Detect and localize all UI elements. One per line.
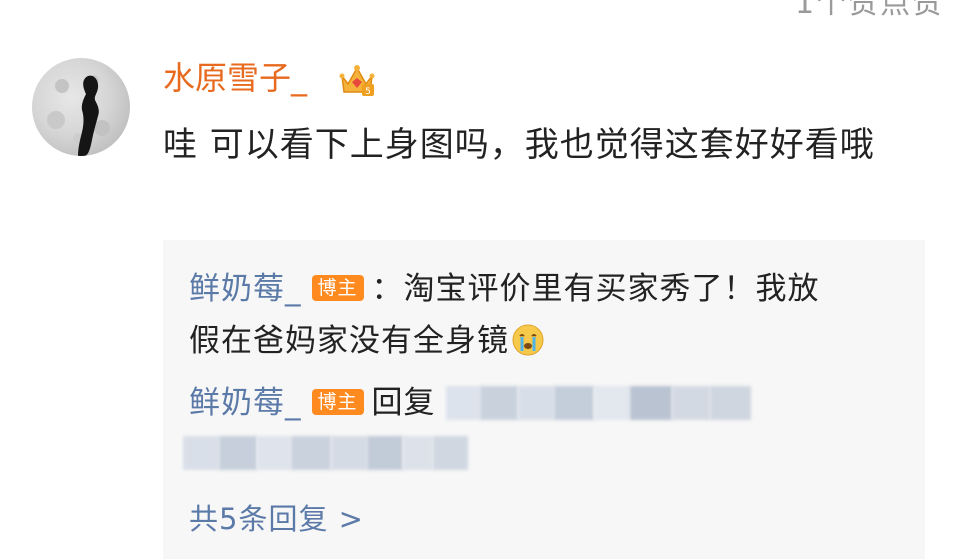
- blogger-badge: 博主: [311, 274, 364, 301]
- reply-1-line-1: 鲜奶莓_ 博主 ：淘宝评价里有买家秀了！我放: [189, 266, 820, 312]
- reply-text-line2: 假在爸妈家没有全身镜: [189, 323, 509, 359]
- reply-1-line-2: 假在爸妈家没有全身镜: [189, 318, 545, 364]
- blogger-badge: 博主: [311, 388, 364, 415]
- svg-text:5: 5: [365, 87, 371, 97]
- reply-box[interactable]: 鲜奶莓_ 博主 ：淘宝评价里有买家秀了！我放 假在爸妈家没有全身镜 鲜奶莓_ 博主 回复: [163, 240, 925, 559]
- weibo-comment-screen: 1个赞点赞 水原雪子_ 5 哇 可以看下上身图吗，我也觉得这套好好看哦 鲜奶莓_…: [0, 0, 957, 559]
- reply-author[interactable]: 鲜奶莓_: [189, 271, 302, 307]
- crown-vip-icon[interactable]: 5: [338, 62, 376, 98]
- avatar-moon-silhouette-icon: [47, 75, 110, 156]
- avatar[interactable]: [32, 58, 130, 156]
- reply-2-line-1: 鲜奶莓_ 博主 回复: [189, 380, 436, 426]
- top-like-count[interactable]: 1个赞点赞: [795, 0, 944, 22]
- blurred-reply-text: [446, 386, 751, 420]
- reply-prefix: 回复: [371, 385, 436, 421]
- reply-separator: ：: [371, 271, 404, 307]
- reply-text-line1: 淘宝评价里有买家秀了！我放: [403, 271, 820, 307]
- comment-username[interactable]: 水原雪子_: [163, 56, 307, 100]
- more-replies-link[interactable]: 共5条回复 >: [189, 496, 364, 542]
- comment-text: 哇 可以看下上身图吗，我也觉得这套好好看哦: [163, 125, 875, 165]
- reply-author[interactable]: 鲜奶莓_: [189, 385, 302, 421]
- blurred-reply-text: [183, 436, 468, 470]
- crying-emoji-icon: [512, 324, 544, 355]
